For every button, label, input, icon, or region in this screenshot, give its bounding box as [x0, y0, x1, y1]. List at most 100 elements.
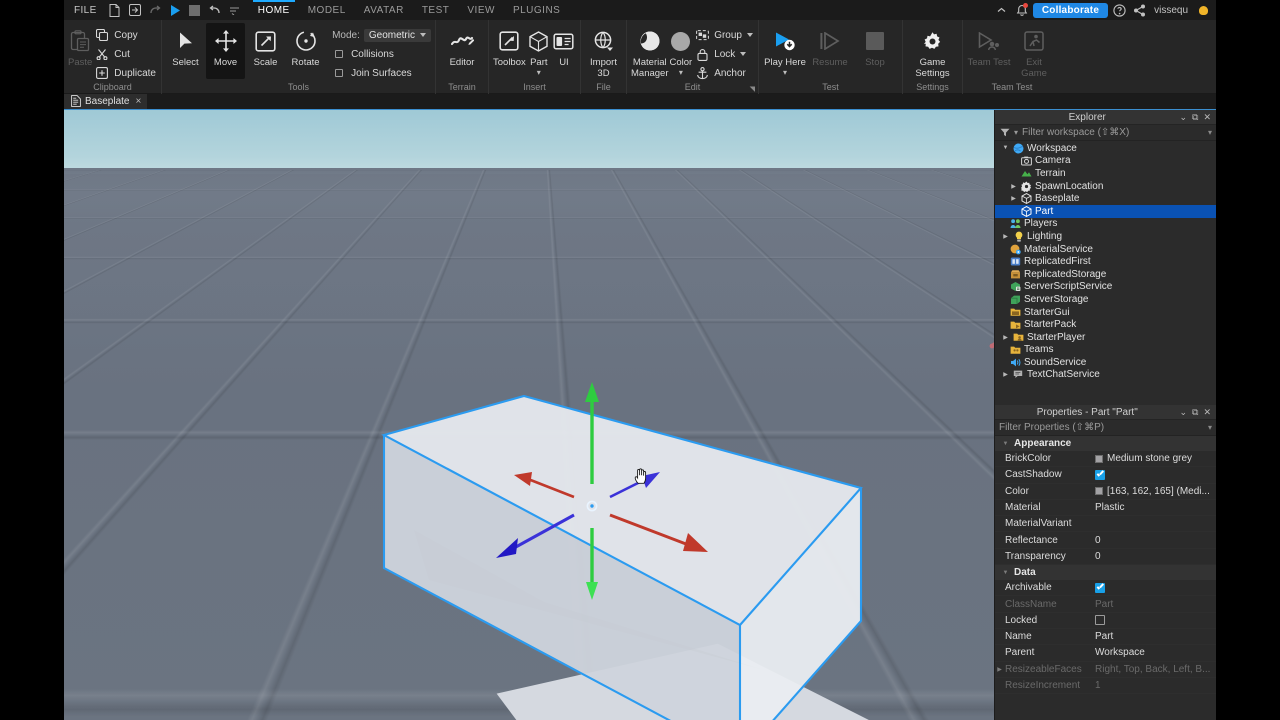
tree-item-workspace[interactable]: ▼ Workspace — [995, 142, 1216, 155]
chevron-down-icon[interactable]: ⌄ — [1179, 112, 1187, 123]
explorer-filter-row[interactable]: ▾ Filter workspace (⇧⌘X) ▾ — [995, 125, 1216, 141]
tree-item-textchatservice[interactable]: ▶ TextChatService — [995, 369, 1216, 382]
color-button[interactable]: Color ▾ — [669, 23, 692, 79]
move-tool-button[interactable]: Move — [206, 23, 246, 79]
tab-avatar[interactable]: AVATAR — [355, 0, 413, 20]
tab-plugins[interactable]: PLUGINS — [504, 0, 569, 20]
chevron-up-icon[interactable] — [993, 0, 1011, 20]
property-row-material[interactable]: Material Plastic — [995, 500, 1216, 517]
close-icon[interactable]: × — [135, 96, 141, 107]
checkbox-checked-icon[interactable] — [1095, 582, 1105, 593]
rotate-tool-button[interactable]: Rotate — [286, 23, 325, 79]
checkbox-checked-icon[interactable] — [1095, 469, 1105, 480]
popout-icon[interactable]: ⧉ — [1192, 407, 1198, 418]
chevron-right-icon[interactable]: ▶ — [1009, 195, 1018, 202]
tree-item-soundservice[interactable]: SoundService — [995, 356, 1216, 369]
tree-item-replicatedstorage[interactable]: ReplicatedStorage — [995, 268, 1216, 281]
play-icon[interactable] — [165, 0, 185, 20]
tree-item-starterplayer[interactable]: ▶ StarterPlayer — [995, 331, 1216, 344]
import-3d-button[interactable]: Import 3D — [585, 23, 622, 79]
terrain-editor-button[interactable]: Editor — [440, 23, 484, 79]
tree-item-camera[interactable]: Camera — [995, 155, 1216, 168]
team-test-button[interactable]: Team Test — [967, 23, 1011, 79]
paste-button[interactable]: Paste — [68, 23, 92, 79]
lock-button[interactable]: Lock — [693, 46, 758, 62]
stop-button[interactable]: Stop — [853, 23, 897, 79]
chevron-right-icon[interactable]: ▶ — [995, 666, 1004, 673]
properties-filter-input[interactable]: Filter Properties (⇧⌘P) — [999, 422, 1204, 433]
scale-tool-button[interactable]: Scale — [246, 23, 285, 79]
selected-part-slab[interactable]: L — [64, 110, 994, 720]
property-group-appearance[interactable]: ▼ Appearance — [995, 436, 1216, 451]
tree-item-lighting[interactable]: ▶ Lighting — [995, 230, 1216, 243]
user-avatar-icon[interactable] — [1194, 0, 1212, 20]
file-menu-button[interactable]: FILE — [64, 5, 105, 16]
close-icon[interactable]: ✕ — [1203, 112, 1211, 123]
tree-item-serverscriptservice[interactable]: ServerScriptService — [995, 281, 1216, 294]
property-row-parent[interactable]: Parent Workspace — [995, 645, 1216, 662]
explorer-tree[interactable]: ▼ Workspace Camera Terrain ▶ SpawnLocati… — [995, 141, 1216, 405]
bell-notification-icon[interactable] — [1013, 0, 1031, 20]
tab-view[interactable]: VIEW — [458, 0, 504, 20]
filter-options-icon[interactable]: ▾ — [1208, 423, 1212, 432]
tab-test[interactable]: TEST — [413, 0, 459, 20]
filter-options-icon[interactable]: ▾ — [1208, 128, 1212, 137]
tree-item-teams[interactable]: Teams — [995, 344, 1216, 357]
chevron-right-icon[interactable]: ▶ — [1009, 183, 1018, 190]
chevron-right-icon[interactable]: ▶ — [1001, 233, 1010, 240]
viewport-3d[interactable]: L — [64, 110, 994, 720]
undo-icon[interactable] — [205, 0, 225, 20]
anchor-button[interactable]: Anchor — [693, 65, 758, 81]
redo-icon[interactable] — [145, 0, 165, 20]
more-options-icon[interactable] — [225, 0, 245, 20]
expand-dialog-icon[interactable]: ◥ — [750, 85, 755, 93]
property-row-castshadow[interactable]: CastShadow — [995, 467, 1216, 484]
chevron-down-icon[interactable] — [740, 52, 747, 56]
chevron-down-icon[interactable]: ▼ — [1001, 570, 1010, 576]
close-icon[interactable]: ✕ — [1203, 407, 1211, 418]
orientation-viewcube[interactable]: FR RT — [989, 312, 994, 364]
cut-button[interactable]: Cut — [93, 46, 161, 62]
color-swatch[interactable] — [1095, 487, 1103, 496]
property-group-data[interactable]: ▼ Data — [995, 565, 1216, 581]
join-surfaces-checkbox[interactable]: Join Surfaces — [330, 65, 431, 81]
property-row-reflectance[interactable]: Reflectance 0 — [995, 532, 1216, 549]
tree-item-materialservice[interactable]: MaterialService — [995, 243, 1216, 256]
filter-caret-icon[interactable]: ▾ — [1014, 128, 1018, 137]
collaborate-button[interactable]: Collaborate — [1032, 2, 1109, 18]
property-value[interactable]: Part — [1095, 631, 1216, 642]
tree-item-startergui[interactable]: StarterGui — [995, 306, 1216, 319]
tree-item-players[interactable]: Players — [995, 218, 1216, 231]
tree-item-replicatedfirst[interactable]: ReplicatedFirst — [995, 255, 1216, 268]
duplicate-button[interactable]: Duplicate — [93, 65, 161, 81]
chevron-right-icon[interactable]: ▶ — [1001, 371, 1010, 378]
tree-item-starterpack[interactable]: StarterPack — [995, 318, 1216, 331]
checkbox-unchecked-icon[interactable] — [1095, 615, 1105, 626]
property-row-materialvariant[interactable]: MaterialVariant — [995, 516, 1216, 533]
help-circle-icon[interactable] — [1110, 0, 1128, 20]
property-row-locked[interactable]: Locked — [995, 613, 1216, 629]
chevron-down-icon[interactable]: ▾ — [537, 69, 541, 77]
stop-icon[interactable] — [185, 0, 205, 20]
property-row-archivable[interactable]: Archivable — [995, 580, 1216, 597]
ui-button[interactable]: UI — [552, 23, 576, 79]
popout-icon[interactable]: ⧉ — [1192, 112, 1198, 123]
chevron-down-icon[interactable]: ⌄ — [1179, 407, 1187, 418]
tab-model[interactable]: MODEL — [299, 0, 355, 20]
properties-filter-row[interactable]: Filter Properties (⇧⌘P) ▾ — [995, 420, 1216, 436]
chevron-down-icon[interactable] — [746, 33, 753, 37]
collisions-checkbox[interactable]: Collisions — [330, 46, 431, 62]
property-row-brickcolor[interactable]: BrickColor Medium stone grey — [995, 451, 1216, 468]
property-row-name[interactable]: Name Part — [995, 629, 1216, 646]
tab-home[interactable]: HOME — [249, 0, 299, 20]
tree-item-serverstorage[interactable]: ServerStorage — [995, 293, 1216, 306]
material-manager-button[interactable]: Material Manager — [631, 23, 669, 79]
chevron-right-icon[interactable]: ▶ — [1001, 334, 1010, 341]
new-document-icon[interactable] — [105, 0, 125, 20]
resume-button[interactable]: Resume — [808, 23, 852, 79]
tree-item-spawnlocation[interactable]: ▶ SpawnLocation — [995, 180, 1216, 193]
tree-item-baseplate[interactable]: ▶ Baseplate — [995, 192, 1216, 205]
move-gizmo[interactable] — [496, 382, 708, 600]
properties-list[interactable]: ▼ Appearance BrickColor Medium stone gre… — [995, 436, 1216, 720]
select-tool-button[interactable]: Select — [166, 23, 205, 79]
